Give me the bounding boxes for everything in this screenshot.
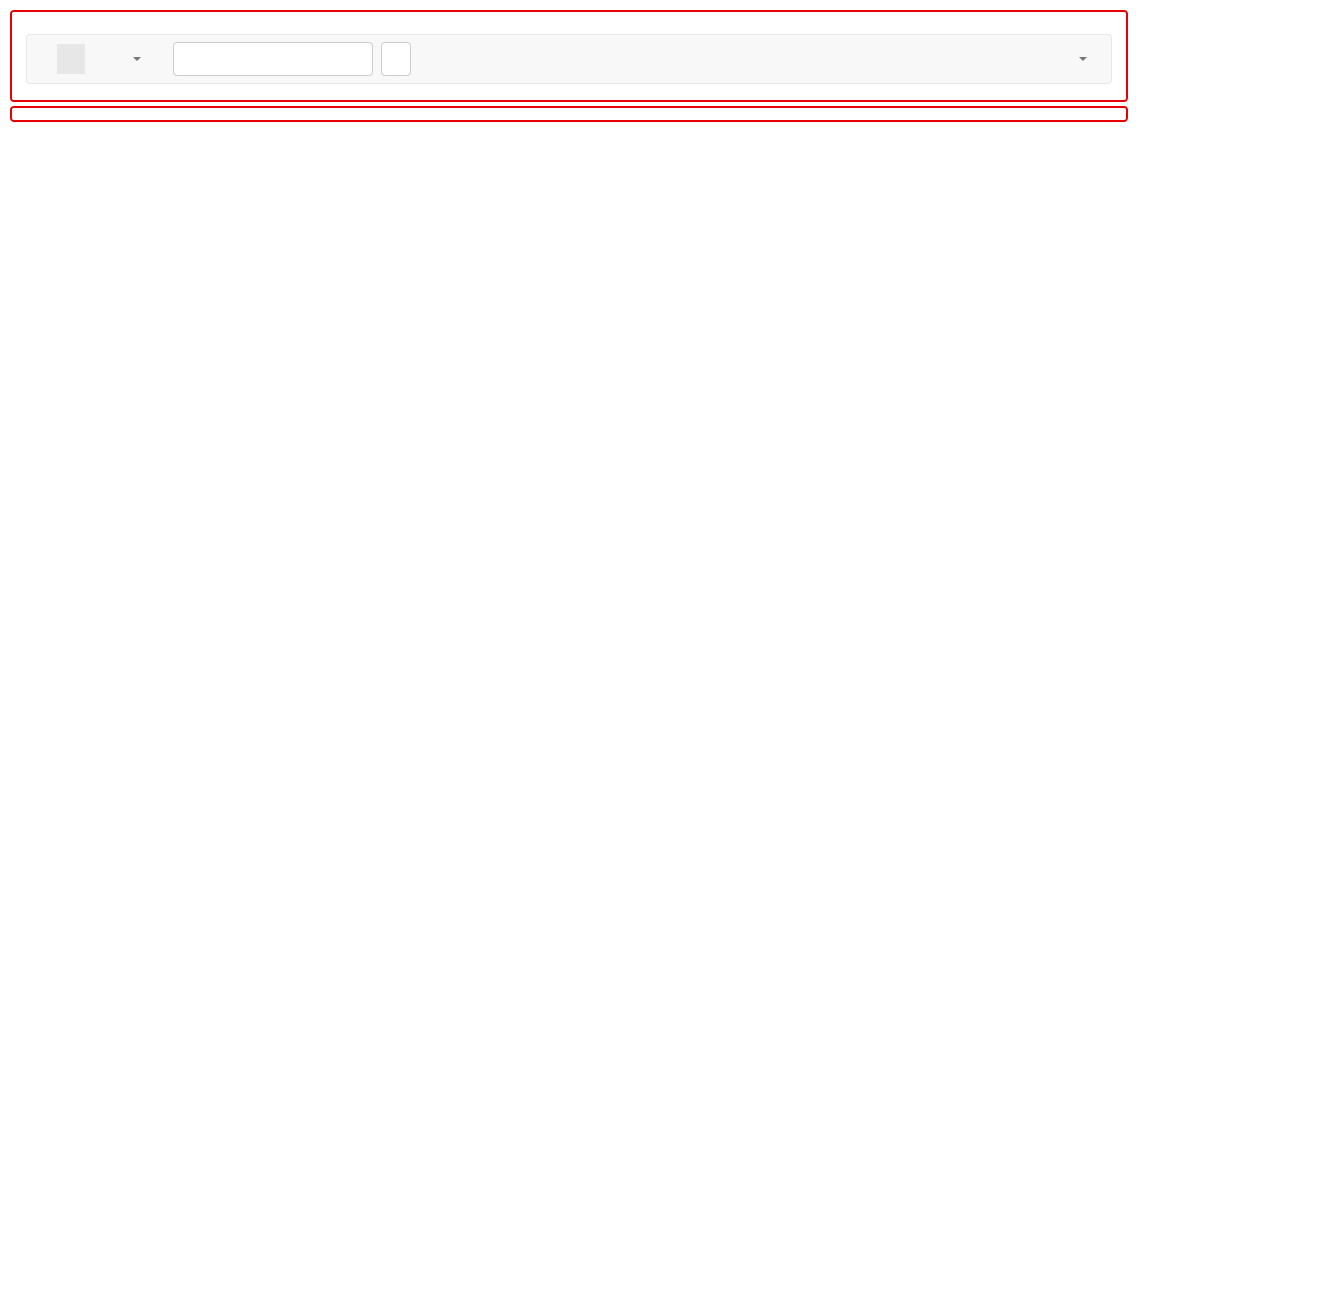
example-panel — [10, 10, 1128, 102]
nav-dropdown-right[interactable] — [1059, 42, 1101, 76]
chevron-down-icon — [1079, 57, 1087, 61]
search-input[interactable] — [173, 42, 373, 76]
code-panel — [10, 106, 1128, 122]
nav-link-2[interactable] — [85, 44, 113, 74]
submit-button[interactable] — [381, 42, 411, 76]
sidebar — [1138, 0, 1338, 142]
navbar — [26, 34, 1112, 84]
chevron-down-icon — [133, 57, 141, 61]
nav-dropdown-left[interactable] — [113, 42, 155, 76]
nav-link-active[interactable] — [57, 44, 85, 74]
nav-link-right[interactable] — [1031, 44, 1059, 74]
